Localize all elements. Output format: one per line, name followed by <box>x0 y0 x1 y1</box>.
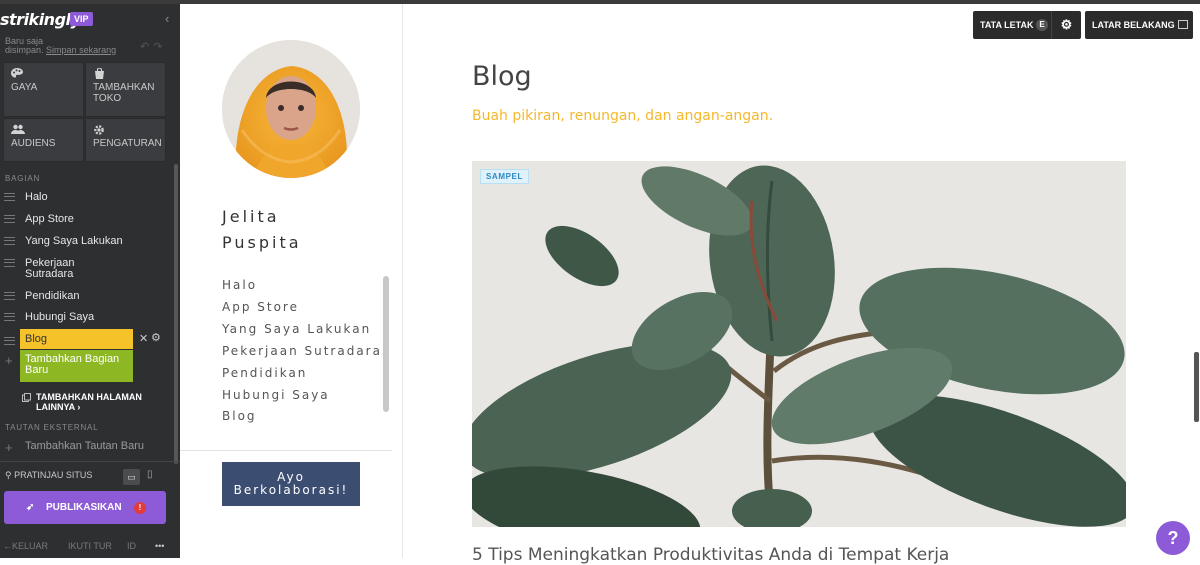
profile-photo[interactable] <box>222 40 360 178</box>
drag-handle-icon[interactable] <box>4 313 15 321</box>
sidebar-item-label: Halo <box>25 191 48 203</box>
external-links-label: TAUTAN EKSTERNAL <box>5 423 99 432</box>
drag-handle-icon[interactable] <box>4 292 15 300</box>
post-cover-image[interactable]: SAMPEL <box>472 161 1126 527</box>
tile-style[interactable]: GAYA <box>3 62 84 117</box>
drag-handle-icon[interactable] <box>4 259 15 267</box>
layout-button[interactable]: TATA LETAK E ⚙ <box>973 11 1081 39</box>
tile-audience-label: AUDIENS <box>11 138 56 149</box>
sidebar-item-label: Yang Saya Lakukan <box>25 235 123 247</box>
profile-divider <box>180 450 392 451</box>
drag-handle-icon[interactable] <box>4 337 15 345</box>
vip-badge: VIP <box>70 12 93 26</box>
more-menu-icon[interactable]: ••• <box>155 541 164 551</box>
redo-icon[interactable]: ↷ <box>153 41 166 53</box>
profile-nav-halo[interactable]: Halo <box>222 278 257 292</box>
drag-handle-icon[interactable] <box>4 193 15 201</box>
sections-label: BAGIAN <box>5 174 41 183</box>
alert-icon: ! <box>134 502 146 514</box>
profile-nav-pendidikan[interactable]: Pendidikan <box>222 366 307 380</box>
publish-button[interactable]: ➶ PUBLIKASIKAN ! <box>4 491 166 524</box>
profile-nav-hubungi-saya[interactable]: Hubungi Saya <box>222 388 330 402</box>
drag-handle-icon[interactable] <box>4 237 15 245</box>
section-settings-icon[interactable]: ⚙ <box>151 331 161 344</box>
profile-nav-yang-saya-lakukan[interactable]: Yang Saya Lakukan <box>222 322 371 336</box>
desktop-view-icon[interactable]: ▭ <box>123 469 140 485</box>
pages-icon <box>22 393 31 402</box>
collaborate-line2: Berkolaborasi! <box>233 483 349 497</box>
add-section-button[interactable]: Tambahkan Bagian Baru <box>20 350 133 382</box>
sidebar-item-label: App Store <box>25 213 74 225</box>
tile-add-store[interactable]: TAMBAHKAN TOKO <box>85 62 166 117</box>
add-more-pages-link[interactable]: TAMBAHKAN HALAMAN LAINNYA › <box>22 392 180 412</box>
preview-row: ⚲ PRATINJAU SITUS ▭ ▯ <box>0 461 180 487</box>
sidebar-scrollbar[interactable] <box>174 164 178 464</box>
tile-add-store-label: TAMBAHKAN TOKO <box>93 82 155 104</box>
publish-label: PUBLIKASIKAN <box>46 502 122 513</box>
profile-name-line2: Puspita <box>222 233 302 252</box>
tile-audience[interactable]: AUDIENS <box>3 118 84 162</box>
layout-label: TATA LETAK <box>980 20 1034 30</box>
layout-variant-badge: E <box>1036 19 1048 31</box>
palette-icon <box>11 68 76 82</box>
plus-icon: + <box>5 353 13 368</box>
mobile-view-icon[interactable]: ▯ <box>147 469 153 480</box>
editor-tiles: GAYA TAMBAHKAN TOKO AUDIENS PENGATURAN <box>3 62 167 162</box>
sidebar-item-label: Hubungi Saya <box>25 311 95 323</box>
exit-link[interactable]: ← KELUAR <box>3 541 48 551</box>
tile-settings-label: PENGATURAN <box>93 138 162 149</box>
section-gear-icon[interactable]: ⚙ <box>1051 11 1081 39</box>
save-now-link[interactable]: Simpan sekarang <box>46 45 116 55</box>
add-external-link[interactable]: Tambahkan Tautan Baru <box>25 441 144 452</box>
add-more-pages-label: TAMBAHKAN HALAMAN LAINNYA <box>36 392 142 412</box>
profile-name-line1: Jelita <box>222 207 280 226</box>
tour-link[interactable]: IKUTI TUR <box>68 541 112 551</box>
drag-handle-icon[interactable] <box>4 215 15 223</box>
post-title[interactable]: 5 Tips Meningkatkan Produktivitas Anda d… <box>472 545 949 565</box>
background-label: LATAR BELAKANG <box>1092 20 1175 30</box>
language-link[interactable]: ID <box>127 541 136 551</box>
collaborate-button[interactable]: Ayo Berkolaborasi! <box>222 462 360 506</box>
blog-subtitle[interactable]: Buah pikiran, renungan, dan angan-angan. <box>472 108 773 124</box>
audience-icon <box>11 124 76 138</box>
sample-badge: SAMPEL <box>480 169 529 184</box>
preview-label: PRATINJAU SITUS <box>14 470 93 480</box>
editor-sidebar: strikingly VIP ‹ Baru saja disimpan. Sim… <box>0 4 180 558</box>
blog-title[interactable]: Blog <box>472 61 532 92</box>
blog-section: TATA LETAK E ⚙ LATAR BELAKANG Blog Buah … <box>404 4 1200 565</box>
profile-nav-scrollbar[interactable] <box>383 276 389 412</box>
profile-name[interactable]: Jelita Puspita <box>222 204 302 256</box>
save-status-line2: disimpan. <box>5 45 44 55</box>
sidebar-item-blog-active[interactable]: Blog <box>20 329 133 349</box>
tile-settings[interactable]: PENGATURAN <box>85 118 166 162</box>
plus-icon: + <box>5 440 13 455</box>
profile-nav-blog[interactable]: Blog <box>222 409 257 423</box>
profile-nav-app-store[interactable]: App Store <box>222 300 299 314</box>
save-status: Baru saja disimpan. Simpan sekarang <box>5 37 116 55</box>
undo-redo: ↶↷ <box>140 40 166 53</box>
undo-icon[interactable]: ↶ <box>140 41 153 53</box>
preview-site-link[interactable]: ⚲ PRATINJAU SITUS <box>5 470 92 481</box>
sidebar-item-label: Pendidikan <box>25 290 80 302</box>
collapse-sidebar-icon[interactable]: ‹ <box>165 11 169 26</box>
plant-photo <box>472 161 1126 527</box>
main-scrollbar[interactable] <box>1194 352 1199 422</box>
image-icon <box>1178 20 1188 29</box>
background-button[interactable]: LATAR BELAKANG <box>1085 11 1193 39</box>
exit-label: KELUAR <box>12 541 49 551</box>
rocket-icon: ➶ <box>26 502 35 513</box>
profile-sidebar: Jelita Puspita Halo App Store Yang Saya … <box>180 4 403 558</box>
delete-section-icon[interactable]: ✕ <box>139 332 148 345</box>
logo-row: strikingly VIP ‹ <box>0 4 180 34</box>
sidebar-item-label: Pekerjaan Sutradara <box>25 257 75 280</box>
gear-icon <box>93 124 158 138</box>
tile-style-label: GAYA <box>11 82 38 93</box>
store-icon <box>93 67 158 82</box>
help-button[interactable]: ? <box>1156 521 1190 555</box>
profile-nav-pekerjaan-sutradara[interactable]: Pekerjaan Sutradara <box>222 344 382 358</box>
strikingly-logo[interactable]: strikingly <box>0 10 81 29</box>
